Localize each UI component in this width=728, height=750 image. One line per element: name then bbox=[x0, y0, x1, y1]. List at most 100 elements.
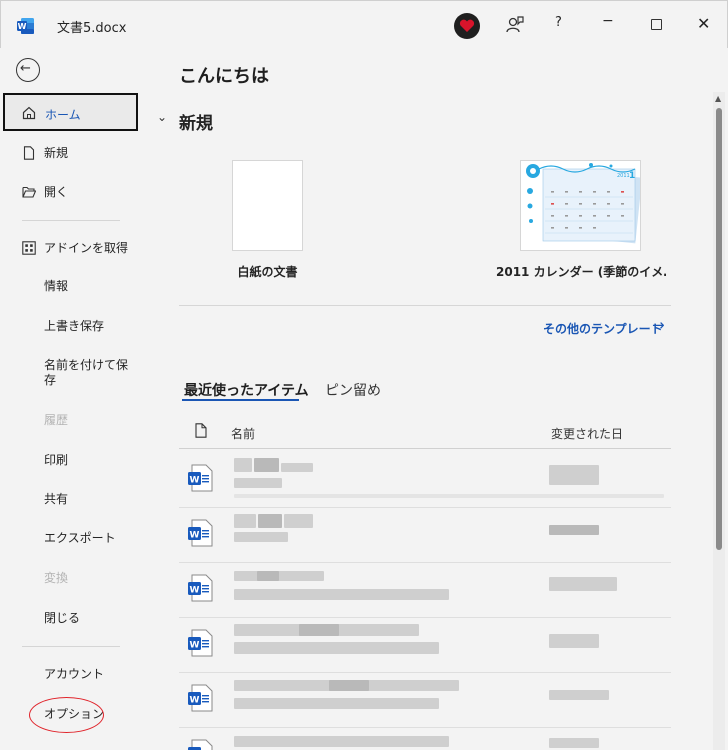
tab-pinned[interactable]: ピン留め bbox=[325, 380, 381, 400]
new-section-heading[interactable]: 新規 bbox=[179, 109, 213, 134]
maximize-button[interactable] bbox=[651, 19, 662, 30]
sidebar-item-label: エクスポート bbox=[44, 531, 116, 545]
redacted-text bbox=[234, 698, 439, 709]
redacted-text bbox=[234, 571, 324, 581]
header-divider bbox=[179, 448, 671, 449]
column-header-name[interactable]: 名前 bbox=[231, 425, 255, 442]
sidebar-item-label: 履歴 bbox=[44, 413, 69, 427]
redacted-text bbox=[284, 514, 313, 528]
blank-document-template[interactable] bbox=[232, 160, 303, 251]
word-document-icon: W bbox=[188, 519, 213, 547]
recent-file-row[interactable]: W bbox=[179, 728, 671, 750]
sidebar-item-label: 共有 bbox=[44, 492, 69, 506]
calendar-month: 1 bbox=[629, 171, 635, 181]
sidebar-divider bbox=[22, 220, 120, 221]
word-document-icon: W bbox=[188, 629, 213, 657]
column-header-modified[interactable]: 変更された日 bbox=[551, 425, 623, 442]
redacted-text bbox=[234, 458, 252, 472]
section-divider bbox=[179, 305, 671, 306]
recent-file-row[interactable]: W bbox=[179, 618, 671, 673]
redacted-text bbox=[281, 463, 313, 472]
sidebar-item-label: 変換 bbox=[44, 571, 69, 585]
word-document-icon: W bbox=[188, 739, 213, 750]
svg-text:W: W bbox=[190, 641, 200, 651]
template-label[interactable]: 2011 カレンダー (季節のイメ… bbox=[496, 263, 666, 280]
sidebar-item-label: 印刷 bbox=[44, 453, 69, 467]
redacted-text bbox=[258, 514, 282, 528]
redacted-date bbox=[549, 690, 609, 700]
word-document-icon: W bbox=[188, 574, 213, 602]
redacted-text bbox=[254, 458, 279, 472]
help-button[interactable]: ? bbox=[555, 15, 562, 30]
redacted-text bbox=[299, 624, 339, 636]
scrollbar-thumb[interactable] bbox=[716, 108, 722, 550]
collapse-chevron-icon[interactable]: ⌄ bbox=[157, 110, 167, 124]
redacted-text bbox=[234, 478, 282, 488]
sidebar-item-label: 新規 bbox=[44, 146, 69, 160]
redacted-text bbox=[234, 514, 256, 528]
sidebar-item-label: ホーム bbox=[45, 108, 81, 122]
redacted-text bbox=[234, 736, 449, 747]
word-document-icon: W bbox=[188, 684, 213, 712]
redacted-text bbox=[329, 680, 369, 691]
sidebar-item-label: 上書き保存 bbox=[44, 319, 105, 333]
active-tab-indicator bbox=[182, 399, 299, 401]
new-document-icon bbox=[23, 146, 35, 160]
recent-file-row[interactable]: W bbox=[179, 508, 671, 563]
redacted-text bbox=[234, 589, 449, 600]
sidebar-item-label: 閉じる bbox=[44, 611, 81, 625]
file-type-icon bbox=[195, 423, 207, 438]
redacted-text bbox=[234, 642, 439, 654]
sidebar-divider bbox=[22, 646, 120, 647]
redacted-text bbox=[234, 494, 664, 498]
highlight-circle bbox=[29, 697, 104, 733]
greeting-heading: こんにちは bbox=[179, 66, 269, 87]
redacted-date bbox=[549, 525, 599, 535]
word-app-icon: W bbox=[17, 18, 34, 34]
account-avatar[interactable] bbox=[454, 13, 480, 39]
recent-file-row[interactable]: W bbox=[179, 673, 671, 728]
redacted-date bbox=[549, 738, 599, 748]
sidebar-item-home[interactable]: ホーム bbox=[3, 93, 138, 131]
sidebar-item-label: 情報 bbox=[44, 279, 69, 293]
recent-file-row[interactable]: W bbox=[179, 563, 671, 618]
title-bar: W 文書5.docx ? − ✕ bbox=[0, 0, 728, 48]
document-title: 文書5.docx bbox=[57, 21, 127, 36]
sidebar-item-label: 開く bbox=[44, 185, 69, 199]
sidebar-item-label: アドインを取得 bbox=[44, 241, 129, 255]
scroll-up-icon[interactable]: ▲ bbox=[715, 94, 721, 103]
calendar-thumbnail-icon: 2011 1 bbox=[521, 161, 640, 250]
redacted-text bbox=[257, 571, 279, 581]
redacted-date bbox=[549, 634, 599, 648]
home-icon bbox=[22, 106, 36, 120]
calendar-template[interactable]: 2011 1 bbox=[520, 160, 641, 251]
addins-icon bbox=[22, 241, 36, 255]
backstage-main: こんにちは ⌄ 新規 白紙の文書 2011 1 2011 カレンダー (季節のイ… bbox=[140, 48, 715, 750]
close-window-button[interactable]: ✕ bbox=[697, 14, 710, 33]
sidebar-item-label: 名前を付けて保存 bbox=[44, 358, 129, 387]
template-label[interactable]: 白紙の文書 bbox=[180, 263, 355, 280]
main-scrollbar[interactable]: ▲ bbox=[713, 92, 725, 750]
arrow-right-icon[interactable]: → bbox=[652, 316, 665, 334]
heart-icon bbox=[459, 19, 475, 32]
more-templates-link[interactable]: その他のテンプレート bbox=[543, 320, 663, 337]
svg-text:W: W bbox=[190, 586, 200, 596]
word-document-icon: W bbox=[188, 464, 213, 492]
recent-file-row[interactable]: W bbox=[179, 453, 671, 508]
backstage-sidebar: ← ホーム 新規 開く アドインを取得 情報 上書き保存 名前を付けて保存 履歴… bbox=[0, 48, 140, 750]
coauthoring-icon[interactable] bbox=[505, 15, 525, 35]
back-button[interactable]: ← bbox=[16, 58, 40, 82]
svg-text:W: W bbox=[190, 531, 200, 541]
tab-recent[interactable]: 最近使ったアイテム bbox=[184, 380, 309, 400]
sidebar-item-label: アカウント bbox=[44, 667, 105, 681]
minimize-button[interactable]: − bbox=[602, 13, 614, 29]
back-arrow-icon: ← bbox=[20, 61, 31, 76]
redacted-date bbox=[549, 577, 617, 591]
calendar-year: 2011 bbox=[617, 173, 630, 179]
folder-open-icon bbox=[22, 186, 36, 198]
redacted-date bbox=[549, 465, 599, 485]
svg-text:W: W bbox=[190, 476, 200, 486]
svg-text:W: W bbox=[190, 696, 200, 706]
redacted-text bbox=[234, 532, 288, 542]
svg-text:W: W bbox=[18, 22, 27, 31]
